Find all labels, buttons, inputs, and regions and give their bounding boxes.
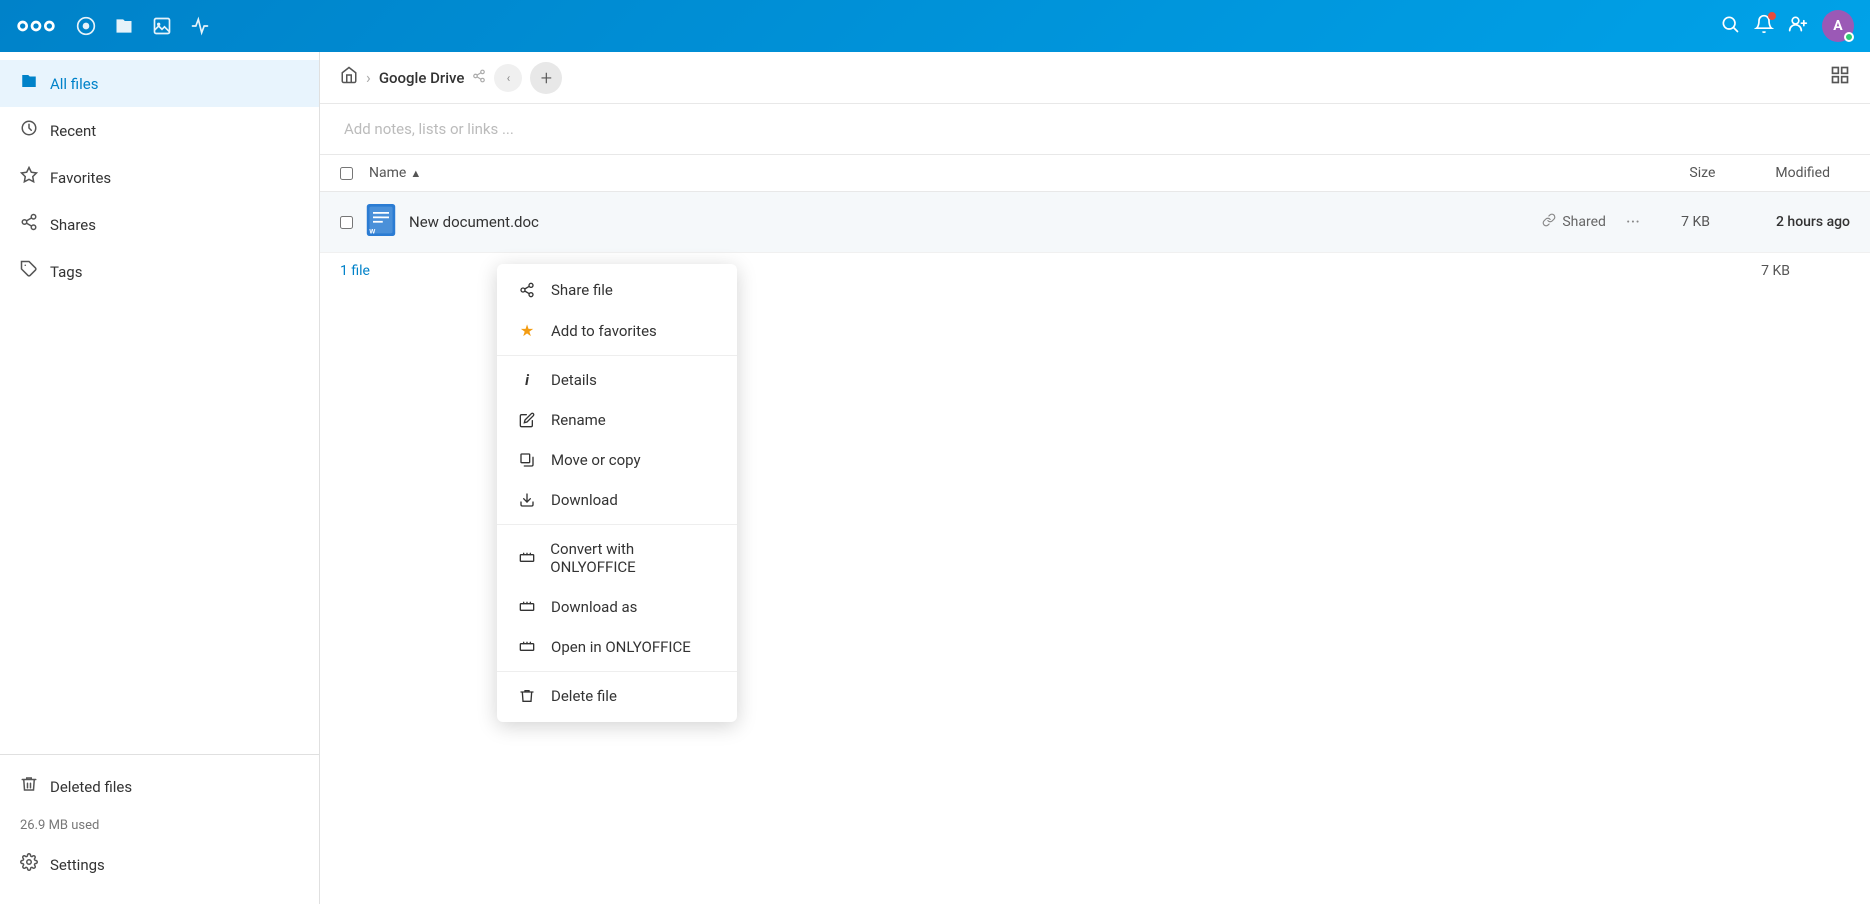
breadcrumb-share-icon[interactable] [472, 69, 486, 87]
sort-arrow-icon: ▲ [410, 167, 421, 180]
cm-download-as[interactable]: Download as [497, 587, 737, 627]
cm-star-icon: ★ [517, 321, 537, 340]
breadcrumb-add-btn[interactable]: + [530, 62, 562, 94]
sidebar-item-deleted-files[interactable]: Deleted files [0, 763, 319, 810]
online-status-dot [1844, 32, 1854, 42]
total-size-label: 7 KB [1761, 263, 1790, 279]
star-icon [20, 166, 38, 189]
sidebar-item-settings[interactable]: Settings [0, 841, 319, 888]
files-nav-icon[interactable] [114, 16, 134, 36]
breadcrumb-bar: › Google Drive ‹ + [320, 52, 1870, 104]
notes-area[interactable]: Add notes, lists or links ... [320, 104, 1870, 155]
photos-nav-icon[interactable] [152, 16, 172, 36]
cm-open-onlyoffice[interactable]: Open in ONLYOFFICE [497, 627, 737, 667]
cm-delete-file[interactable]: Delete file [497, 676, 737, 716]
folder-icon [20, 72, 38, 95]
cm-add-to-favorites[interactable]: ★ Add to favorites [497, 310, 737, 351]
main-layout: All files Recent Favorites Shares Tags [0, 52, 1870, 904]
breadcrumb-google-drive[interactable]: Google Drive [379, 69, 465, 87]
cm-move-icon [517, 452, 537, 468]
cm-trash-icon [517, 688, 537, 704]
file-shared-status: Shared [1542, 213, 1606, 231]
sidebar-item-shares[interactable]: Shares [0, 201, 319, 248]
notification-badge [1768, 12, 1776, 20]
file-name-label: New document.doc [409, 213, 1542, 231]
sidebar: All files Recent Favorites Shares Tags [0, 52, 320, 904]
file-list-header: Name ▲ Size Modified [320, 155, 1870, 192]
cm-move-or-copy[interactable]: Move or copy [497, 440, 737, 480]
column-size-header: Size [1689, 165, 1715, 181]
table-row[interactable]: W New document.doc Shared ··· 7 KB 2 hou… [320, 192, 1870, 253]
svg-text:W: W [369, 228, 375, 235]
file-count-label: 1 file [340, 263, 370, 279]
cm-info-icon: i [517, 371, 537, 389]
sidebar-item-recent[interactable]: Recent [0, 107, 319, 154]
topbar-right: A [1720, 10, 1854, 42]
cm-onlyoffice-open-icon [517, 639, 537, 655]
sidebar-item-favorites[interactable]: Favorites [0, 154, 319, 201]
file-modified-label: 2 hours ago [1750, 214, 1850, 230]
topbar: A [0, 0, 1870, 52]
trash-icon [20, 775, 38, 798]
grid-view-icon[interactable] [1830, 65, 1850, 90]
avatar[interactable]: A [1822, 10, 1854, 42]
clock-icon [20, 119, 38, 142]
link-icon [1542, 213, 1556, 231]
cm-pencil-icon [517, 412, 537, 428]
search-icon[interactable] [1720, 14, 1740, 39]
nextcloud-logo[interactable] [16, 12, 56, 40]
sidebar-item-all-files[interactable]: All files [0, 60, 319, 107]
cm-separator-2 [497, 524, 737, 525]
sidebar-bottom: Deleted files 26.9 MB used Settings [0, 754, 319, 896]
contacts-icon[interactable] [1788, 14, 1808, 39]
cm-share-icon [517, 282, 537, 298]
home-nav-icon[interactable] [76, 16, 96, 36]
breadcrumb-home[interactable] [340, 66, 358, 89]
share-icon [20, 213, 38, 236]
breadcrumb-back-btn[interactable]: ‹ [494, 64, 522, 92]
file-checkbox[interactable] [340, 216, 353, 229]
file-size-label: 7 KB [1660, 214, 1710, 230]
notifications-icon[interactable] [1754, 14, 1774, 39]
cm-separator-3 [497, 671, 737, 672]
cm-details[interactable]: i Details [497, 360, 737, 400]
breadcrumb-right [1830, 65, 1850, 90]
cm-rename[interactable]: Rename [497, 400, 737, 440]
cm-convert-onlyoffice[interactable]: Convert with ONLYOFFICE [497, 529, 737, 587]
cm-share-file[interactable]: Share file [497, 270, 737, 310]
cm-onlyoffice-convert-icon [517, 550, 536, 566]
cm-download-icon [517, 492, 537, 508]
file-more-btn[interactable]: ··· [1626, 212, 1640, 233]
select-all-checkbox[interactable] [340, 167, 353, 180]
breadcrumb-separator: › [366, 68, 371, 87]
cm-download[interactable]: Download [497, 480, 737, 520]
topbar-nav [76, 16, 1700, 36]
context-menu: Share file ★ Add to favorites i Details … [497, 264, 737, 722]
column-name-header[interactable]: Name ▲ [369, 165, 421, 181]
storage-info: 26.9 MB used [0, 810, 319, 841]
cm-onlyoffice-download-icon [517, 599, 537, 615]
gear-icon [20, 853, 38, 876]
tag-icon [20, 260, 38, 283]
cm-separator-1 [497, 355, 737, 356]
sidebar-item-tags[interactable]: Tags [0, 248, 319, 295]
activity-nav-icon[interactable] [190, 16, 210, 36]
column-modified-header: Modified [1775, 165, 1830, 181]
file-type-icon: W [365, 204, 397, 240]
